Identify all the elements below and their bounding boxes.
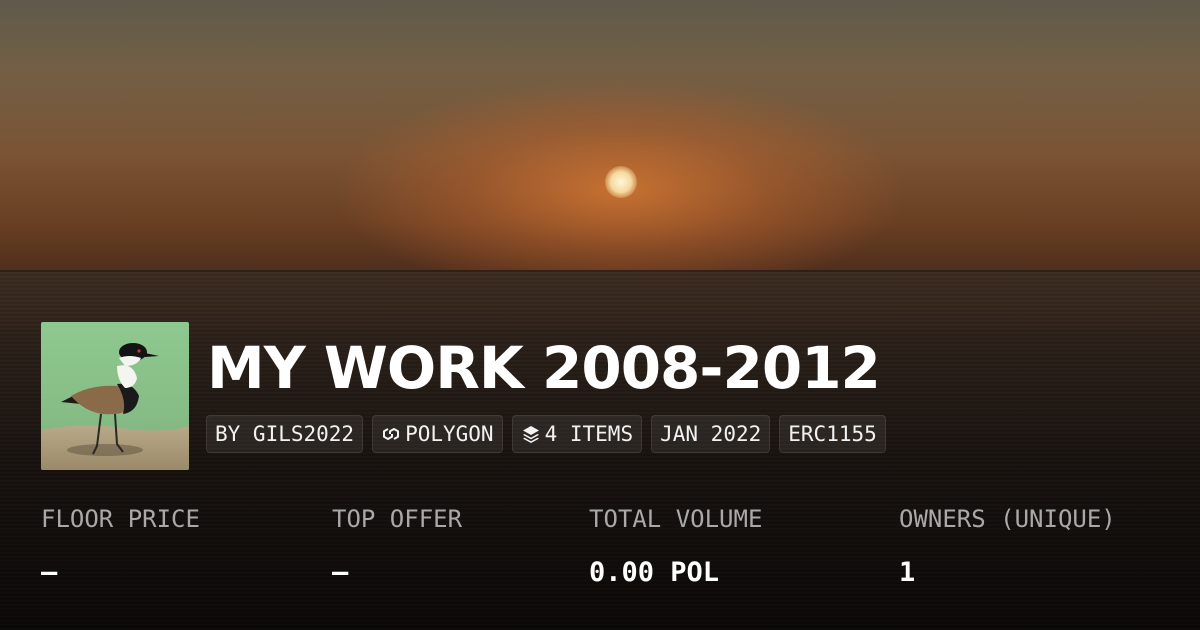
stat-value: 1 <box>899 557 916 588</box>
stat-floor-price: FLOOR PRICE – <box>41 505 200 588</box>
stat-total-volume: TOTAL VOLUME 0.00 POL <box>589 505 762 588</box>
standard-badge: ERC1155 <box>779 415 886 453</box>
collection-title: MY WORK 2008-2012 <box>207 334 881 402</box>
sun <box>605 166 637 198</box>
chain-badge[interactable]: POLYGON <box>372 415 503 453</box>
creator-badge[interactable]: BY GILS2022 <box>206 415 364 453</box>
stat-label: FLOOR PRICE <box>41 505 200 533</box>
items-label: 4 ITEMS <box>544 422 634 446</box>
stat-value: 0.00 POL <box>589 557 720 588</box>
stat-owners: OWNERS (UNIQUE) 1 <box>899 505 1116 588</box>
creator-label: BY GILS2022 <box>215 422 355 446</box>
stat-label: OWNERS (UNIQUE) <box>899 505 1116 533</box>
collection-avatar[interactable] <box>41 322 189 470</box>
stat-top-offer: TOP OFFER – <box>332 505 462 588</box>
lapwing-bird-photo <box>41 322 189 470</box>
layers-icon <box>521 424 541 444</box>
stat-value: – <box>41 557 58 588</box>
standard-label: ERC1155 <box>788 422 877 446</box>
chain-label: POLYGON <box>405 422 494 446</box>
date-label: JAN 2022 <box>660 422 762 446</box>
items-badge: 4 ITEMS <box>511 415 643 453</box>
date-badge: JAN 2022 <box>651 415 771 453</box>
stat-label: TOTAL VOLUME <box>589 505 763 533</box>
polygon-chain-icon <box>381 424 401 444</box>
stat-label: TOP OFFER <box>332 505 463 533</box>
collection-badges: BY GILS2022 POLYGON 4 ITEMS JAN 2022 ERC… <box>206 415 886 453</box>
sunset-sky <box>0 0 1200 278</box>
stat-value: – <box>332 557 349 588</box>
